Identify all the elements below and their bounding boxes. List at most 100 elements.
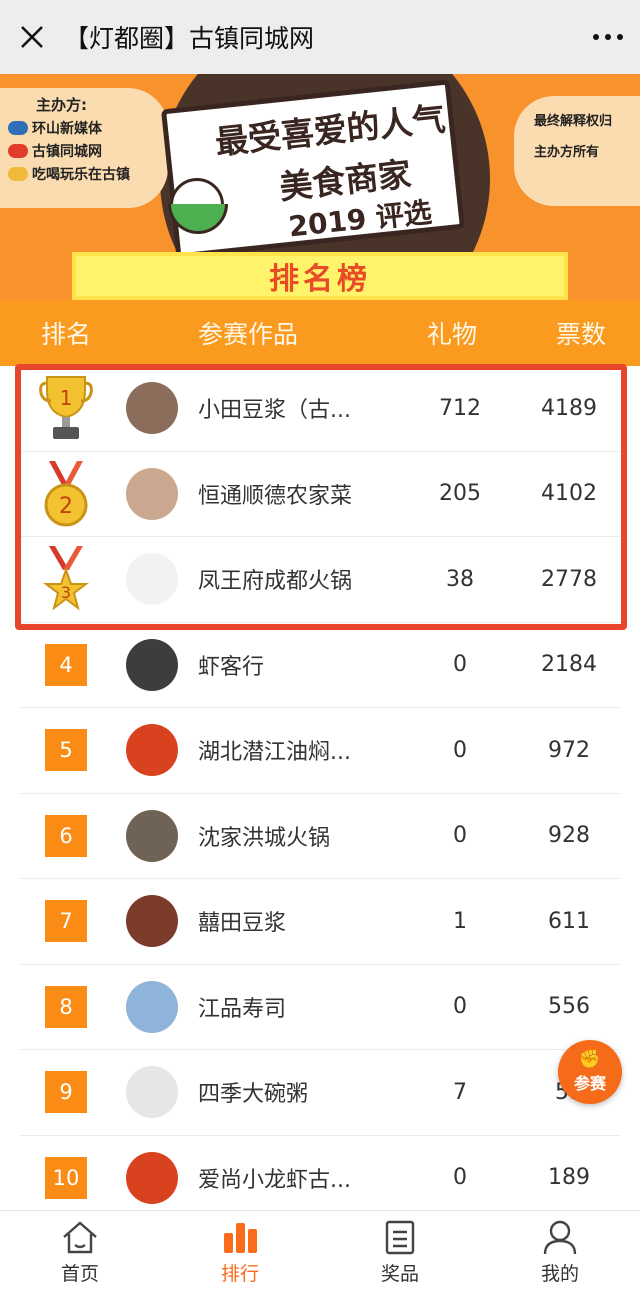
table-row[interactable]: 9 四季大碗粥 7 51 xyxy=(20,1050,620,1136)
tab-label: 排行 xyxy=(220,1263,259,1285)
table-row[interactable]: 2 恒通顺德农家菜 205 4102 xyxy=(20,452,620,537)
svg-text:1: 1 xyxy=(60,386,73,410)
rank-cell: 5 xyxy=(20,729,112,772)
header-votes: 票数 xyxy=(555,320,606,349)
organizer-title: 主办方: xyxy=(36,96,87,114)
gift-count: 0 xyxy=(453,652,467,678)
medal-icon: 2 xyxy=(44,460,88,527)
rights-notice: 最终解释权归 主办方所有 xyxy=(514,96,640,206)
header-rank: 排名 xyxy=(40,320,91,349)
avatar xyxy=(126,382,178,435)
close-button[interactable] xyxy=(0,0,64,74)
rank-badge: 6 xyxy=(45,814,87,857)
user-icon xyxy=(543,1220,577,1255)
avatar xyxy=(126,638,178,691)
tab-label: 奖品 xyxy=(380,1263,419,1285)
ranking-table-header: 排名 参赛作品 礼物 票数 xyxy=(0,300,640,366)
event-banner: 主办方: 环山新媒体 古镇同城网 吃喝玩乐在古镇 最终解释权归 主办方所有 最受… xyxy=(0,74,640,300)
gift-count: 712 xyxy=(439,395,481,421)
trophy-icon: 1 xyxy=(39,376,93,440)
top-nav-bar: 【灯都圈】古镇同城网 xyxy=(0,0,640,74)
table-row[interactable]: 7 囍田豆浆 1 611 xyxy=(20,879,620,965)
gift-count: 0 xyxy=(453,823,467,849)
tab-label: 首页 xyxy=(60,1263,99,1285)
organizer-box: 主办方: 环山新媒体 古镇同城网 吃喝玩乐在古镇 xyxy=(0,88,168,208)
avatar xyxy=(126,467,178,520)
vote-count: 2778 xyxy=(541,566,597,592)
tab-home[interactable]: 首页 xyxy=(0,1211,160,1294)
table-row[interactable]: 3 凤王府成都火锅 38 2778 xyxy=(20,537,620,623)
ranking-bars-icon xyxy=(224,1223,257,1253)
svg-text:3: 3 xyxy=(61,583,71,602)
entry-name: 爱尚小龙虾古... xyxy=(198,1167,351,1193)
rights-line: 主办方所有 xyxy=(534,145,600,160)
rank-badge: 5 xyxy=(45,729,87,772)
ranking-ribbon-label: 排名榜 xyxy=(269,262,371,297)
ranking-list: 1 小田豆浆（古... 712 4189 2 恒通顺德农家菜 205 4102 xyxy=(0,366,640,1221)
avatar xyxy=(126,1066,178,1119)
gift-count: 1 xyxy=(453,908,467,934)
rank-badge: 9 xyxy=(45,1071,87,1114)
table-row[interactable]: 5 湖北潜江油焖... 0 972 xyxy=(20,708,620,794)
vote-count: 972 xyxy=(548,737,590,763)
tab-label: 我的 xyxy=(540,1263,579,1285)
bottom-tab-bar: 首页 排行 奖品 我的 xyxy=(0,1210,640,1294)
gift-count: 205 xyxy=(439,481,481,507)
join-contest-button[interactable]: ✊ 参赛 xyxy=(558,1040,622,1104)
more-dots-icon xyxy=(593,34,623,40)
header-work: 参赛作品 xyxy=(198,320,299,349)
organizer-logo-icon xyxy=(8,167,28,181)
entry-name: 凤王府成都火锅 xyxy=(198,569,353,595)
table-row[interactable]: 10 爱尚小龙虾古... 0 189 xyxy=(20,1136,620,1221)
fist-icon: ✊ xyxy=(578,1049,602,1070)
vote-count: 2184 xyxy=(541,652,597,678)
organizer-logo-icon xyxy=(8,144,28,158)
rank-cell: 2 xyxy=(20,460,112,527)
vote-count: 4189 xyxy=(541,395,597,421)
close-icon xyxy=(21,26,43,48)
rank-cell: 4 xyxy=(20,643,112,686)
rank-cell: 1 xyxy=(20,373,112,443)
vote-count: 189 xyxy=(548,1165,590,1191)
avatar xyxy=(126,724,178,777)
organizer-item: 古镇同城网 xyxy=(8,141,160,161)
rights-line: 最终解释权归 xyxy=(534,114,613,129)
organizer-name: 吃喝玩乐在古镇 xyxy=(32,167,130,183)
rank-cell: 8 xyxy=(20,985,112,1028)
gift-count: 38 xyxy=(446,566,474,592)
prize-list-icon xyxy=(385,1220,415,1255)
organizer-item: 吃喝玩乐在古镇 xyxy=(8,164,160,184)
table-row[interactable]: 1 小田豆浆（古... 712 4189 xyxy=(20,366,620,452)
tab-prizes[interactable]: 奖品 xyxy=(320,1211,480,1294)
tab-mine[interactable]: 我的 xyxy=(480,1211,640,1294)
avatar xyxy=(126,1151,178,1204)
entry-name: 恒通顺德农家菜 xyxy=(198,483,353,509)
entry-name: 小田豆浆（古... xyxy=(198,398,351,424)
vote-count: 4102 xyxy=(541,481,597,507)
rank-cell: 10 xyxy=(20,1156,112,1199)
table-row[interactable]: 6 沈家洪城火锅 0 928 xyxy=(20,794,620,879)
table-row[interactable]: 4 虾客行 0 2184 xyxy=(20,623,620,708)
entry-name: 四季大碗粥 xyxy=(198,1082,309,1108)
organizer-logo-icon xyxy=(8,121,28,135)
entry-name: 囍田豆浆 xyxy=(198,911,287,937)
join-contest-label: 参赛 xyxy=(573,1074,606,1093)
rank-cell: 9 xyxy=(20,1071,112,1114)
header-gift: 礼物 xyxy=(426,320,477,349)
organizer-name: 环山新媒体 xyxy=(32,121,102,137)
table-row[interactable]: 8 江品寿司 0 556 xyxy=(20,965,620,1050)
avatar xyxy=(126,895,178,948)
rank-cell: 6 xyxy=(20,814,112,857)
star-medal-icon: 3 xyxy=(43,546,89,611)
gift-count: 0 xyxy=(453,994,467,1020)
rank-badge: 10 xyxy=(45,1156,87,1199)
more-button[interactable] xyxy=(576,0,640,74)
avatar xyxy=(126,980,178,1033)
entry-name: 湖北潜江油焖... xyxy=(198,740,351,766)
vote-count: 928 xyxy=(548,823,590,849)
tab-ranking[interactable]: 排行 xyxy=(160,1211,320,1294)
entry-name: 沈家洪城火锅 xyxy=(198,825,331,851)
gift-count: 0 xyxy=(453,737,467,763)
rank-badge: 7 xyxy=(45,900,87,943)
organizer-item: 环山新媒体 xyxy=(8,118,160,138)
